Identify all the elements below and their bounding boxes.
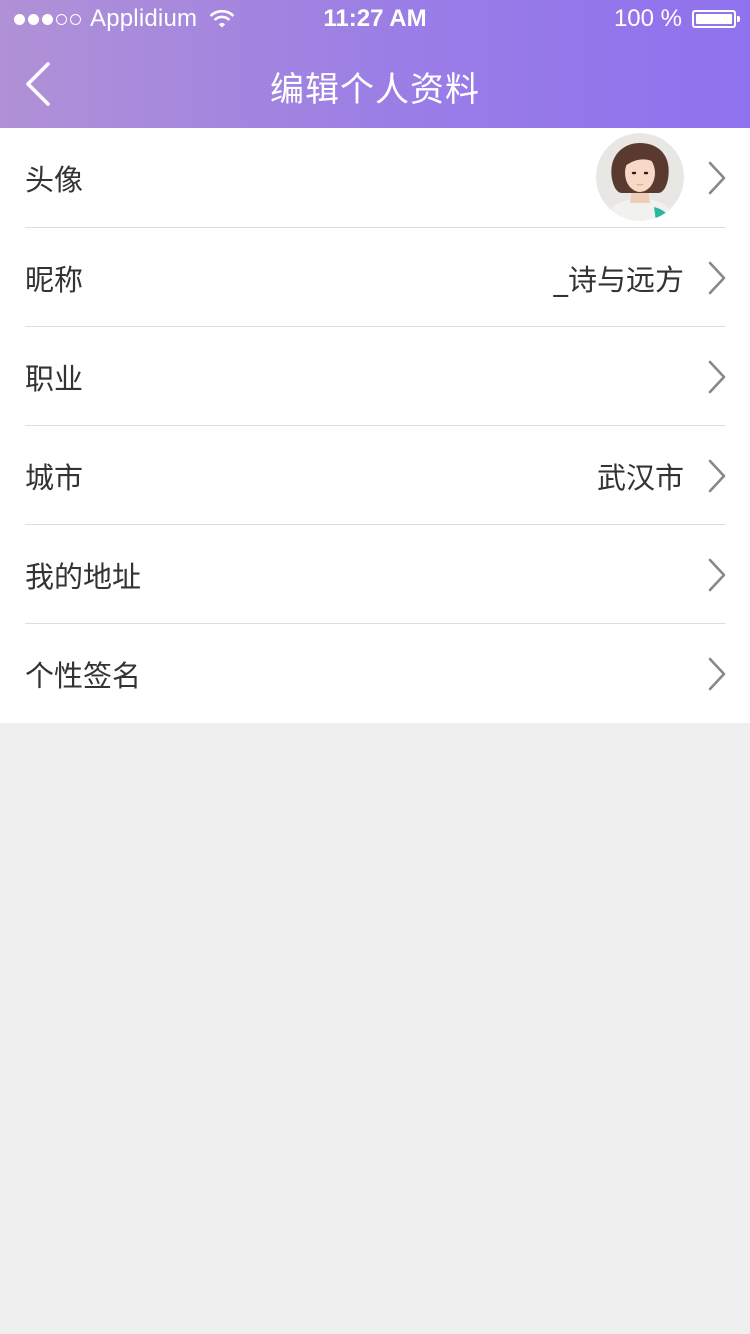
row-signature[interactable]: 个性签名 — [0, 624, 750, 723]
row-label: 个性签名 — [25, 658, 142, 693]
battery-icon — [692, 10, 740, 28]
chevron-right-icon — [708, 657, 726, 690]
battery-percentage: 100 % — [613, 5, 682, 32]
row-occupation[interactable]: 职业 — [0, 327, 750, 426]
chevron-right-icon — [708, 558, 726, 591]
row-label: 昵称 — [25, 262, 84, 297]
row-label: 我的地址 — [25, 559, 142, 594]
page-title: 编辑个人资料 — [270, 70, 480, 110]
status-right: 100 % — [613, 5, 740, 33]
chevron-right-icon — [708, 261, 726, 294]
row-label: 城市 — [25, 460, 84, 495]
navigation-bar: 编辑个人资料 — [0, 40, 750, 128]
profile-field-list: 头像 昵称 _诗与远方 职业 城市 武汉市 我的地址 个性签名 — [0, 128, 750, 723]
header: Applidium 11:27 AM 100 % 编辑个人资料 — [0, 0, 750, 128]
row-label: 头像 — [25, 163, 84, 197]
row-avatar[interactable]: 头像 — [0, 128, 750, 228]
row-nickname[interactable]: 昵称 _诗与远方 — [0, 228, 750, 327]
row-value: 武汉市 — [596, 460, 684, 495]
status-bar: Applidium 11:27 AM 100 % — [0, 0, 750, 38]
avatar — [596, 133, 684, 221]
row-label: 职业 — [25, 361, 84, 396]
row-address[interactable]: 我的地址 — [0, 525, 750, 624]
chevron-right-icon — [708, 459, 726, 492]
row-value: _诗与远方 — [553, 262, 684, 297]
chevron-right-icon — [708, 360, 726, 393]
chevron-right-icon — [708, 161, 726, 195]
row-city[interactable]: 城市 武汉市 — [0, 426, 750, 525]
